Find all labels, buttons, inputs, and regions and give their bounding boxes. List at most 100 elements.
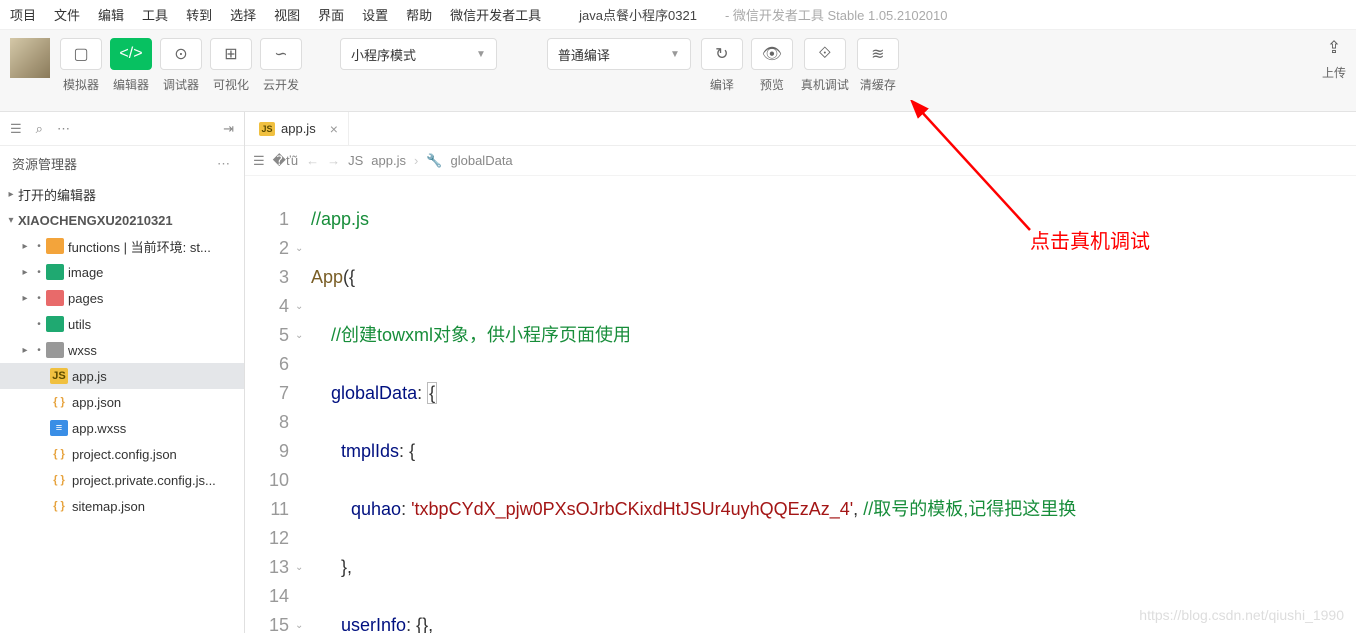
editor-label: 编辑器	[113, 76, 149, 93]
menu-project[interactable]: 项目	[10, 5, 36, 24]
sidebar-more-icon[interactable]: ⋯	[217, 156, 232, 172]
avatar[interactable]	[10, 38, 50, 78]
clear-cache-label: 清缓存	[860, 76, 896, 93]
remote-debug-button[interactable]: ⟐	[804, 38, 846, 70]
tree-item-label: sitemap.json	[72, 499, 145, 514]
tree-item[interactable]: JSapp.js	[0, 363, 244, 389]
tree-item[interactable]: ▸•image	[0, 259, 244, 285]
tree-section-open-editors[interactable]: ▸打开的编辑器	[0, 181, 244, 207]
compile-select[interactable]: 普通编译▼	[547, 38, 691, 70]
tree-item-label: project.private.config.js...	[72, 473, 216, 488]
tab-label: app.js	[281, 121, 316, 136]
menu-tool[interactable]: 工具	[142, 5, 168, 24]
file-icon	[46, 238, 64, 254]
code-lines[interactable]: //app.js App({ //创建towxml对象，供小程序页面使用 glo…	[303, 176, 1356, 633]
tree-item-label: pages	[68, 291, 103, 306]
annotation-text: 点击真机调试	[1030, 225, 1150, 254]
clear-cache-button[interactable]: ≋	[857, 38, 899, 70]
tree-item[interactable]: { } project.private.config.js...	[0, 467, 244, 493]
tab-app-js[interactable]: JS app.js ×	[249, 112, 349, 145]
chevron-down-icon: ▼	[476, 49, 486, 60]
menu-select[interactable]: 选择	[230, 5, 256, 24]
mode-select-value: 小程序模式	[351, 45, 416, 64]
collapse-icon[interactable]: ⇥	[223, 121, 234, 137]
tree-item-label: image	[68, 265, 103, 280]
tree-item-label: app.json	[72, 395, 121, 410]
menu-settings[interactable]: 设置	[362, 5, 388, 24]
tree-project-root[interactable]: ▾XIAOCHENGXU20210321	[0, 207, 244, 233]
tree-item[interactable]: •utils	[0, 311, 244, 337]
list-icon[interactable]: ☰	[253, 153, 265, 169]
crumb-symbol[interactable]: globalData	[451, 153, 513, 168]
nav-fwd-icon[interactable]: →	[327, 153, 340, 168]
file-icon: { }	[50, 498, 68, 514]
file-icon	[46, 342, 64, 358]
sidebar-header: 资源管理器 ⋯	[0, 146, 244, 181]
open-editors-label: 打开的编辑器	[18, 185, 96, 204]
crumb-file[interactable]: app.js	[371, 153, 406, 168]
sidebar-tool-icons: ☰ ⌕ ⋯ ⇥	[0, 112, 244, 146]
project-name: XIAOCHENGXU20210321	[18, 213, 173, 228]
debugger-button[interactable]: ⊙	[160, 38, 202, 70]
tree-item[interactable]: ▸•wxss	[0, 337, 244, 363]
file-icon	[46, 290, 64, 306]
preview-label: 预览	[760, 76, 784, 93]
js-file-icon: JS	[259, 122, 275, 136]
tree-item-label: project.config.json	[72, 447, 177, 462]
visual-button[interactable]: ⊞	[210, 38, 252, 70]
file-tree: ▸打开的编辑器 ▾XIAOCHENGXU20210321 ▸•functions…	[0, 181, 244, 633]
upload-label: 上传	[1322, 64, 1346, 81]
compile-label: 编译	[710, 76, 734, 93]
mode-select[interactable]: 小程序模式 ▼	[340, 38, 497, 70]
bookmark-icon[interactable]: �ťũ	[273, 153, 298, 169]
sidebar: ☰ ⌕ ⋯ ⇥ 资源管理器 ⋯ ▸打开的编辑器 ▾XIAOCHENGXU2021…	[0, 112, 245, 633]
file-icon: { }	[50, 472, 68, 488]
cloud-label: 云开发	[263, 76, 299, 93]
sidebar-title: 资源管理器	[12, 154, 77, 173]
window-subtitle: - 微信开发者工具 Stable 1.05.2102010	[725, 5, 948, 24]
tree-item[interactable]: ≡app.wxss	[0, 415, 244, 441]
menu-file[interactable]: 文件	[54, 5, 80, 24]
tree-item[interactable]: ▸•functions | 当前环境: st...	[0, 233, 244, 259]
tab-bar: JS app.js ×	[245, 112, 1356, 146]
list-icon[interactable]: ☰	[10, 121, 22, 137]
menu-help[interactable]: 帮助	[406, 5, 432, 24]
compile-button[interactable]: ↻	[701, 38, 743, 70]
cloud-button[interactable]: ∽	[260, 38, 302, 70]
editor-area: JS app.js × ☰ �ťũ ← → JS app.js › 🔧 glob…	[245, 112, 1356, 633]
tree-item[interactable]: { } project.config.json	[0, 441, 244, 467]
upload-icon[interactable]: ⇪	[1327, 38, 1341, 58]
menu-interface[interactable]: 界面	[318, 5, 344, 24]
visual-label: 可视化	[213, 76, 249, 93]
file-icon: ≡	[50, 420, 68, 436]
chevron-down-icon: ▼	[670, 49, 680, 60]
file-icon: { }	[50, 446, 68, 462]
nav-back-icon[interactable]: ←	[306, 153, 319, 168]
file-icon	[46, 264, 64, 280]
crumb-sep: ›	[414, 153, 418, 168]
more-icon[interactable]: ⋯	[57, 121, 70, 137]
menubar: 项目 文件 编辑 工具 转到 选择 视图 界面 设置 帮助 微信开发者工具 ja…	[0, 0, 1356, 30]
menu-goto[interactable]: 转到	[186, 5, 212, 24]
tree-item[interactable]: { }app.json	[0, 389, 244, 415]
js-file-icon: JS	[348, 153, 363, 168]
editor-button[interactable]: </>	[110, 38, 152, 70]
search-icon[interactable]: ⌕	[36, 121, 43, 137]
close-icon[interactable]: ×	[330, 121, 338, 137]
code-editor[interactable]: 12⌄34⌄5⌄678910111213⌄1415⌄ //app.js App(…	[245, 176, 1356, 633]
wrench-icon: 🔧	[426, 153, 442, 169]
tree-item-label: wxss	[68, 343, 97, 358]
tree-item[interactable]: ▸•pages	[0, 285, 244, 311]
tree-item[interactable]: { } sitemap.json	[0, 493, 244, 519]
simulator-button[interactable]: ▢	[60, 38, 102, 70]
menu-view[interactable]: 视图	[274, 5, 300, 24]
tree-item-label: functions | 当前环境: st...	[68, 237, 211, 256]
menu-edit[interactable]: 编辑	[98, 5, 124, 24]
remote-debug-label: 真机调试	[801, 76, 849, 93]
preview-button[interactable]: 👁	[751, 38, 793, 70]
file-icon	[46, 316, 64, 332]
line-gutter: 12⌄34⌄5⌄678910111213⌄1415⌄	[245, 176, 303, 633]
toolbar: ▢模拟器 </>编辑器 ⊙调试器 ⊞可视化 ∽云开发 小程序模式▼ 普通编译▼ …	[0, 30, 1356, 112]
file-icon: JS	[50, 368, 68, 384]
menu-wechat-devtools[interactable]: 微信开发者工具	[450, 5, 541, 24]
